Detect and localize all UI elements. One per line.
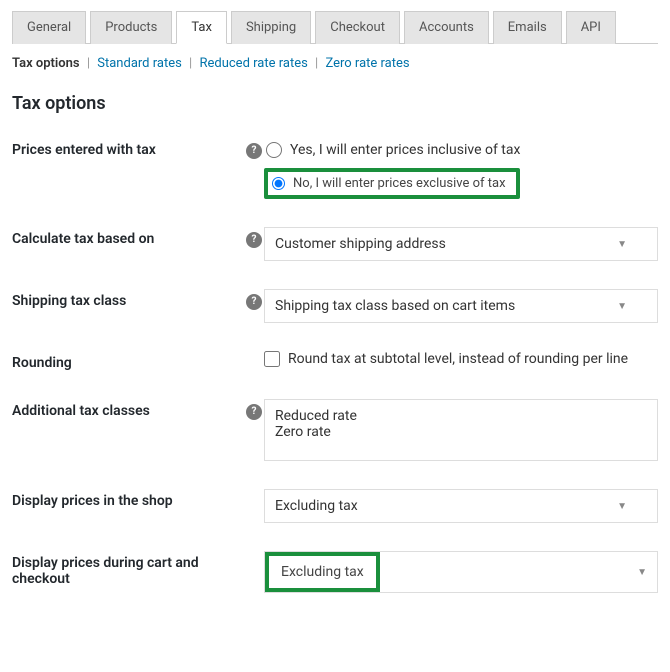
tab-api[interactable]: API <box>566 11 616 44</box>
radio-label-exclusive: No, I will enter prices exclusive of tax <box>293 176 506 191</box>
row-display-cart: Display prices during cart and checkout … <box>12 537 658 607</box>
label-display-cart: Display prices during cart and checkout <box>12 551 244 587</box>
tab-products[interactable]: Products <box>90 11 172 44</box>
select-value: Customer shipping address <box>275 236 446 252</box>
subnav-reduced-rate[interactable]: Reduced rate rates <box>199 56 307 71</box>
radio-prices-inclusive[interactable]: Yes, I will enter prices inclusive of ta… <box>264 138 658 164</box>
select-value: Excluding tax <box>271 558 374 586</box>
checkbox-rounding[interactable]: Round tax at subtotal level, instead of … <box>264 351 658 367</box>
separator: | <box>189 56 192 71</box>
select-shipping-tax-class[interactable]: Shipping tax class based on cart items ▼ <box>264 289 658 323</box>
row-shipping-tax-class: Shipping tax class ? Shipping tax class … <box>12 275 658 337</box>
label-calc-based-on: Calculate tax based on <box>12 227 244 247</box>
select-value: Shipping tax class based on cart items <box>275 298 515 314</box>
tab-accounts[interactable]: Accounts <box>404 11 489 44</box>
subnav-zero-rate[interactable]: Zero rate rates <box>325 56 409 71</box>
chevron-down-icon: ▼ <box>617 501 627 512</box>
checkbox-input-rounding[interactable] <box>264 351 280 367</box>
chevron-down-icon: ▼ <box>617 301 627 312</box>
label-additional-classes: Additional tax classes <box>12 399 244 419</box>
help-spacer <box>244 351 264 355</box>
tab-shipping[interactable]: Shipping <box>231 11 311 44</box>
row-calc-based-on: Calculate tax based on ? Customer shippi… <box>12 213 658 275</box>
label-rounding: Rounding <box>12 351 244 371</box>
help-icon[interactable]: ? <box>244 289 264 310</box>
radio-input-inclusive[interactable] <box>266 142 282 158</box>
section-title: Tax options <box>12 93 658 114</box>
help-icon[interactable]: ? <box>244 227 264 248</box>
subnav: Tax options | Standard rates | Reduced r… <box>12 56 658 71</box>
tab-general[interactable]: General <box>12 11 86 44</box>
select-calc-based-on[interactable]: Customer shipping address ▼ <box>264 227 658 261</box>
radio-input-exclusive[interactable] <box>272 177 285 190</box>
label-shipping-tax-class: Shipping tax class <box>12 289 244 309</box>
settings-tabs: General Products Tax Shipping Checkout A… <box>12 10 658 44</box>
help-icon[interactable]: ? <box>244 399 264 420</box>
tab-tax[interactable]: Tax <box>176 11 227 44</box>
row-additional-classes: Additional tax classes ? Reduced rate Ze… <box>12 385 658 475</box>
chevron-down-icon: ▼ <box>637 567 647 578</box>
highlight-display-cart: Excluding tax <box>265 552 380 592</box>
select-value: Excluding tax <box>275 498 358 514</box>
textarea-additional-classes[interactable]: Reduced rate Zero rate <box>264 399 658 461</box>
subnav-tax-options[interactable]: Tax options <box>12 56 80 71</box>
help-spacer <box>244 489 264 493</box>
help-icon[interactable]: ? <box>244 138 264 159</box>
row-rounding: Rounding Round tax at subtotal level, in… <box>12 337 658 385</box>
separator: | <box>87 56 90 71</box>
tab-emails[interactable]: Emails <box>493 11 562 44</box>
chevron-down-icon: ▼ <box>617 239 627 250</box>
help-spacer <box>244 551 264 555</box>
select-display-shop[interactable]: Excluding tax ▼ <box>264 489 658 523</box>
radio-label-inclusive: Yes, I will enter prices inclusive of ta… <box>290 142 520 158</box>
label-prices-entered: Prices entered with tax <box>12 138 244 158</box>
row-display-shop: Display prices in the shop Excluding tax… <box>12 475 658 537</box>
separator: | <box>315 56 318 71</box>
select-display-cart[interactable]: Excluding tax ▼ <box>264 551 658 593</box>
tab-checkout[interactable]: Checkout <box>315 11 400 44</box>
subnav-standard-rates[interactable]: Standard rates <box>97 56 182 71</box>
label-display-shop: Display prices in the shop <box>12 489 244 509</box>
highlight-prices-exclusive: No, I will enter prices exclusive of tax <box>264 168 520 199</box>
checkbox-label-rounding: Round tax at subtotal level, instead of … <box>288 351 628 367</box>
row-prices-entered: Prices entered with tax ? Yes, I will en… <box>12 124 658 213</box>
